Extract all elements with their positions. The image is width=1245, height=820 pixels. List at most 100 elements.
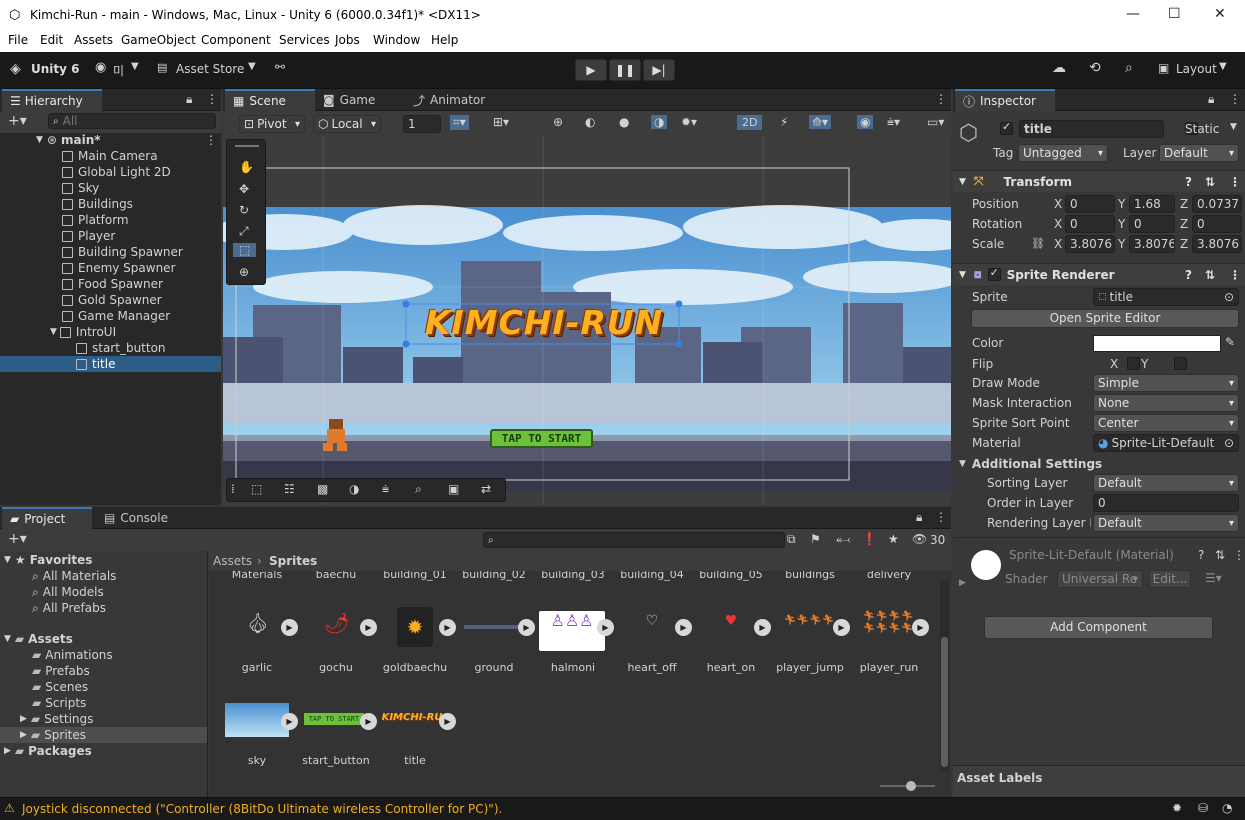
eyedropper-icon[interactable]: ✎ — [1225, 335, 1235, 349]
rotation-x-field[interactable]: 0 — [1065, 215, 1115, 233]
zoom-slider[interactable] — [880, 781, 935, 791]
sky-thumbnail[interactable] — [225, 703, 289, 737]
asset-label[interactable]: sky — [222, 754, 292, 767]
scene-canvas[interactable]: KIMCHI-RUN TAP TO START — [223, 137, 951, 505]
asset-label[interactable]: player_run — [854, 661, 924, 674]
scene-menu-icon[interactable]: ⋮ — [205, 133, 217, 147]
expand-sprite-icon[interactable]: ▶ — [439, 713, 456, 730]
folder-item[interactable]: ▰ Animations — [32, 647, 113, 663]
hierarchy-item[interactable]: Game Manager — [62, 308, 170, 324]
lighting-icon[interactable]: ◑ — [349, 482, 359, 496]
sort-point-dropdown[interactable]: Center — [1093, 414, 1239, 432]
label-filter-icon[interactable]: ⬷ — [836, 532, 850, 547]
garlic-thumbnail[interactable]: 🧄︎ — [233, 611, 283, 651]
scrollbar-thumb[interactable] — [941, 637, 948, 767]
asset-store-dropdown-icon[interactable]: ▼ — [248, 61, 256, 72]
folder-item[interactable]: ▰ Prefabs — [32, 663, 90, 679]
hierarchy-item[interactable]: Enemy Spawner — [62, 260, 176, 276]
open-sprite-editor-button[interactable]: Open Sprite Editor — [971, 309, 1239, 328]
asset-label[interactable]: heart_off — [617, 661, 687, 674]
palette-handle[interactable] — [235, 145, 259, 147]
layers-overlay-icon[interactable]: ⩧ — [382, 482, 389, 497]
scale-x-field[interactable]: 3.8076 — [1065, 235, 1115, 253]
tab-console[interactable]: ▤ Console — [96, 507, 186, 529]
object-name-field[interactable]: title — [1019, 120, 1164, 138]
tab-hierarchy[interactable]: ☰ Hierarchy — [2, 89, 102, 111]
position-y-field[interactable]: 1.68 — [1129, 195, 1175, 213]
favorite-item[interactable]: ⌕ All Materials — [32, 568, 116, 584]
step-button[interactable]: ▶| — [643, 59, 675, 81]
local-dropdown[interactable]: ⬡ Local — [313, 115, 381, 133]
scale-z-field[interactable]: 3.8076 — [1192, 235, 1242, 253]
hierarchy-item[interactable]: Sky — [62, 180, 99, 196]
hierarchy-search-input[interactable]: ⌕ All — [48, 113, 216, 129]
tab-animator[interactable]: ⤴ Animator — [405, 89, 505, 111]
constrain-proportions-icon[interactable]: ⛓ — [1031, 237, 1045, 250]
list-menu-icon[interactable]: ☰▾ — [1205, 571, 1222, 585]
shaded-icon[interactable]: ● — [619, 115, 629, 129]
hierarchy-item[interactable]: Gold Spawner — [62, 292, 162, 308]
account-icon[interactable]: ◉ — [95, 60, 106, 75]
hierarchy-item[interactable]: Global Light 2D — [62, 164, 171, 180]
menu-window[interactable]: Window — [373, 33, 420, 47]
zoom-slider-thumb[interactable] — [906, 781, 916, 791]
sprite-renderer-enabled-checkbox[interactable] — [987, 266, 1001, 281]
shuffle-icon[interactable]: ⇄ — [481, 482, 491, 496]
hierarchy-item-selected[interactable]: title — [0, 356, 221, 372]
search-filter-icon[interactable]: ⧉ — [787, 532, 796, 547]
expand-sprite-icon[interactable]: ▶ — [518, 619, 535, 636]
asset-label[interactable]: building_03 — [538, 571, 608, 581]
more-icon[interactable]: ⋮ — [935, 510, 947, 524]
goldbaechu-thumbnail[interactable]: ✹ — [397, 607, 433, 647]
favorites-header[interactable]: ▼ ★ Favorites — [4, 552, 92, 568]
expand-sprite-icon[interactable]: ▶ — [439, 619, 456, 636]
expand-sprite-icon[interactable]: ▶ — [754, 619, 771, 636]
add-icon[interactable]: +▾ — [8, 113, 27, 129]
help-icon[interactable]: ? — [1185, 268, 1192, 282]
expand-sprite-icon[interactable]: ▶ — [912, 619, 929, 636]
account-dropdown-icon[interactable]: ▼ — [131, 61, 139, 72]
add-icon[interactable]: +▾ — [8, 531, 27, 547]
foldout-arrow-icon[interactable]: ▶ — [959, 578, 966, 588]
shader-edit-button[interactable]: Edit... — [1149, 570, 1191, 588]
debug-icon[interactable]: ✹ — [1172, 801, 1182, 815]
lock-icon[interactable]: 🔒︎ — [1208, 92, 1214, 107]
title-thumbnail[interactable]: KIMCHI-RU — [381, 712, 443, 726]
component-menu-icon[interactable]: ⋮ — [1233, 548, 1245, 562]
pause-button[interactable]: ❚❚ — [609, 59, 641, 81]
player-jump-thumbnail[interactable]: 🏃︎🏃︎🏃︎🏃︎ — [776, 615, 842, 655]
material-field[interactable]: ◕ Sprite-Lit-Default ⊙ — [1093, 434, 1239, 452]
color-swatch[interactable] — [1093, 335, 1221, 352]
tab-project[interactable]: ▰ Project — [2, 507, 92, 529]
zoom-icon[interactable]: ⌕ — [415, 482, 422, 497]
menu-gameobject[interactable]: GameObject — [121, 33, 196, 47]
menu-component[interactable]: Component — [201, 33, 271, 47]
help-icon[interactable]: ? — [1198, 548, 1204, 562]
transform-header[interactable]: ▼ ⤧ Transform ? ⇅ ⋮ — [953, 170, 1245, 192]
grid-icon[interactable]: ▩ — [317, 482, 328, 496]
game-title-sprite[interactable]: KIMCHI-RUN — [410, 303, 678, 342]
minimize-button[interactable]: — — [1126, 6, 1140, 22]
progress-icon[interactable]: ◔ — [1222, 801, 1232, 815]
asset-label[interactable]: Materials — [222, 571, 292, 581]
menu-services[interactable]: Services — [279, 33, 330, 47]
folder-item[interactable]: ▰ Scripts — [32, 695, 86, 711]
more-icon[interactable]: ⋮ — [206, 92, 218, 106]
asset-label[interactable]: building_02 — [459, 571, 529, 581]
gochu-thumbnail[interactable]: 🌶︎ — [312, 611, 362, 651]
lock-icon[interactable]: 🔒︎ — [186, 92, 192, 107]
heart-on-thumbnail[interactable]: ♥ — [706, 613, 756, 653]
rotation-z-field[interactable]: 0 — [1192, 215, 1242, 233]
expand-sprite-icon[interactable]: ▶ — [833, 619, 850, 636]
asset-scrollbar[interactable] — [940, 581, 949, 771]
type-filter-icon[interactable]: ⚑ — [810, 532, 821, 546]
grid-toggle-icon[interactable]: ⊞▾ — [493, 115, 509, 129]
lit-icon[interactable]: ◑ — [651, 115, 668, 129]
draw-mode-dropdown[interactable]: Simple — [1093, 374, 1239, 392]
warning-filter-icon[interactable]: ❗ — [862, 532, 877, 546]
hierarchy-item[interactable]: Buildings — [62, 196, 133, 212]
account-label[interactable]: 미 — [113, 62, 124, 79]
asset-label[interactable]: title — [380, 754, 450, 767]
rotation-y-field[interactable]: 0 — [1129, 215, 1175, 233]
asset-label[interactable]: gochu — [301, 661, 371, 674]
